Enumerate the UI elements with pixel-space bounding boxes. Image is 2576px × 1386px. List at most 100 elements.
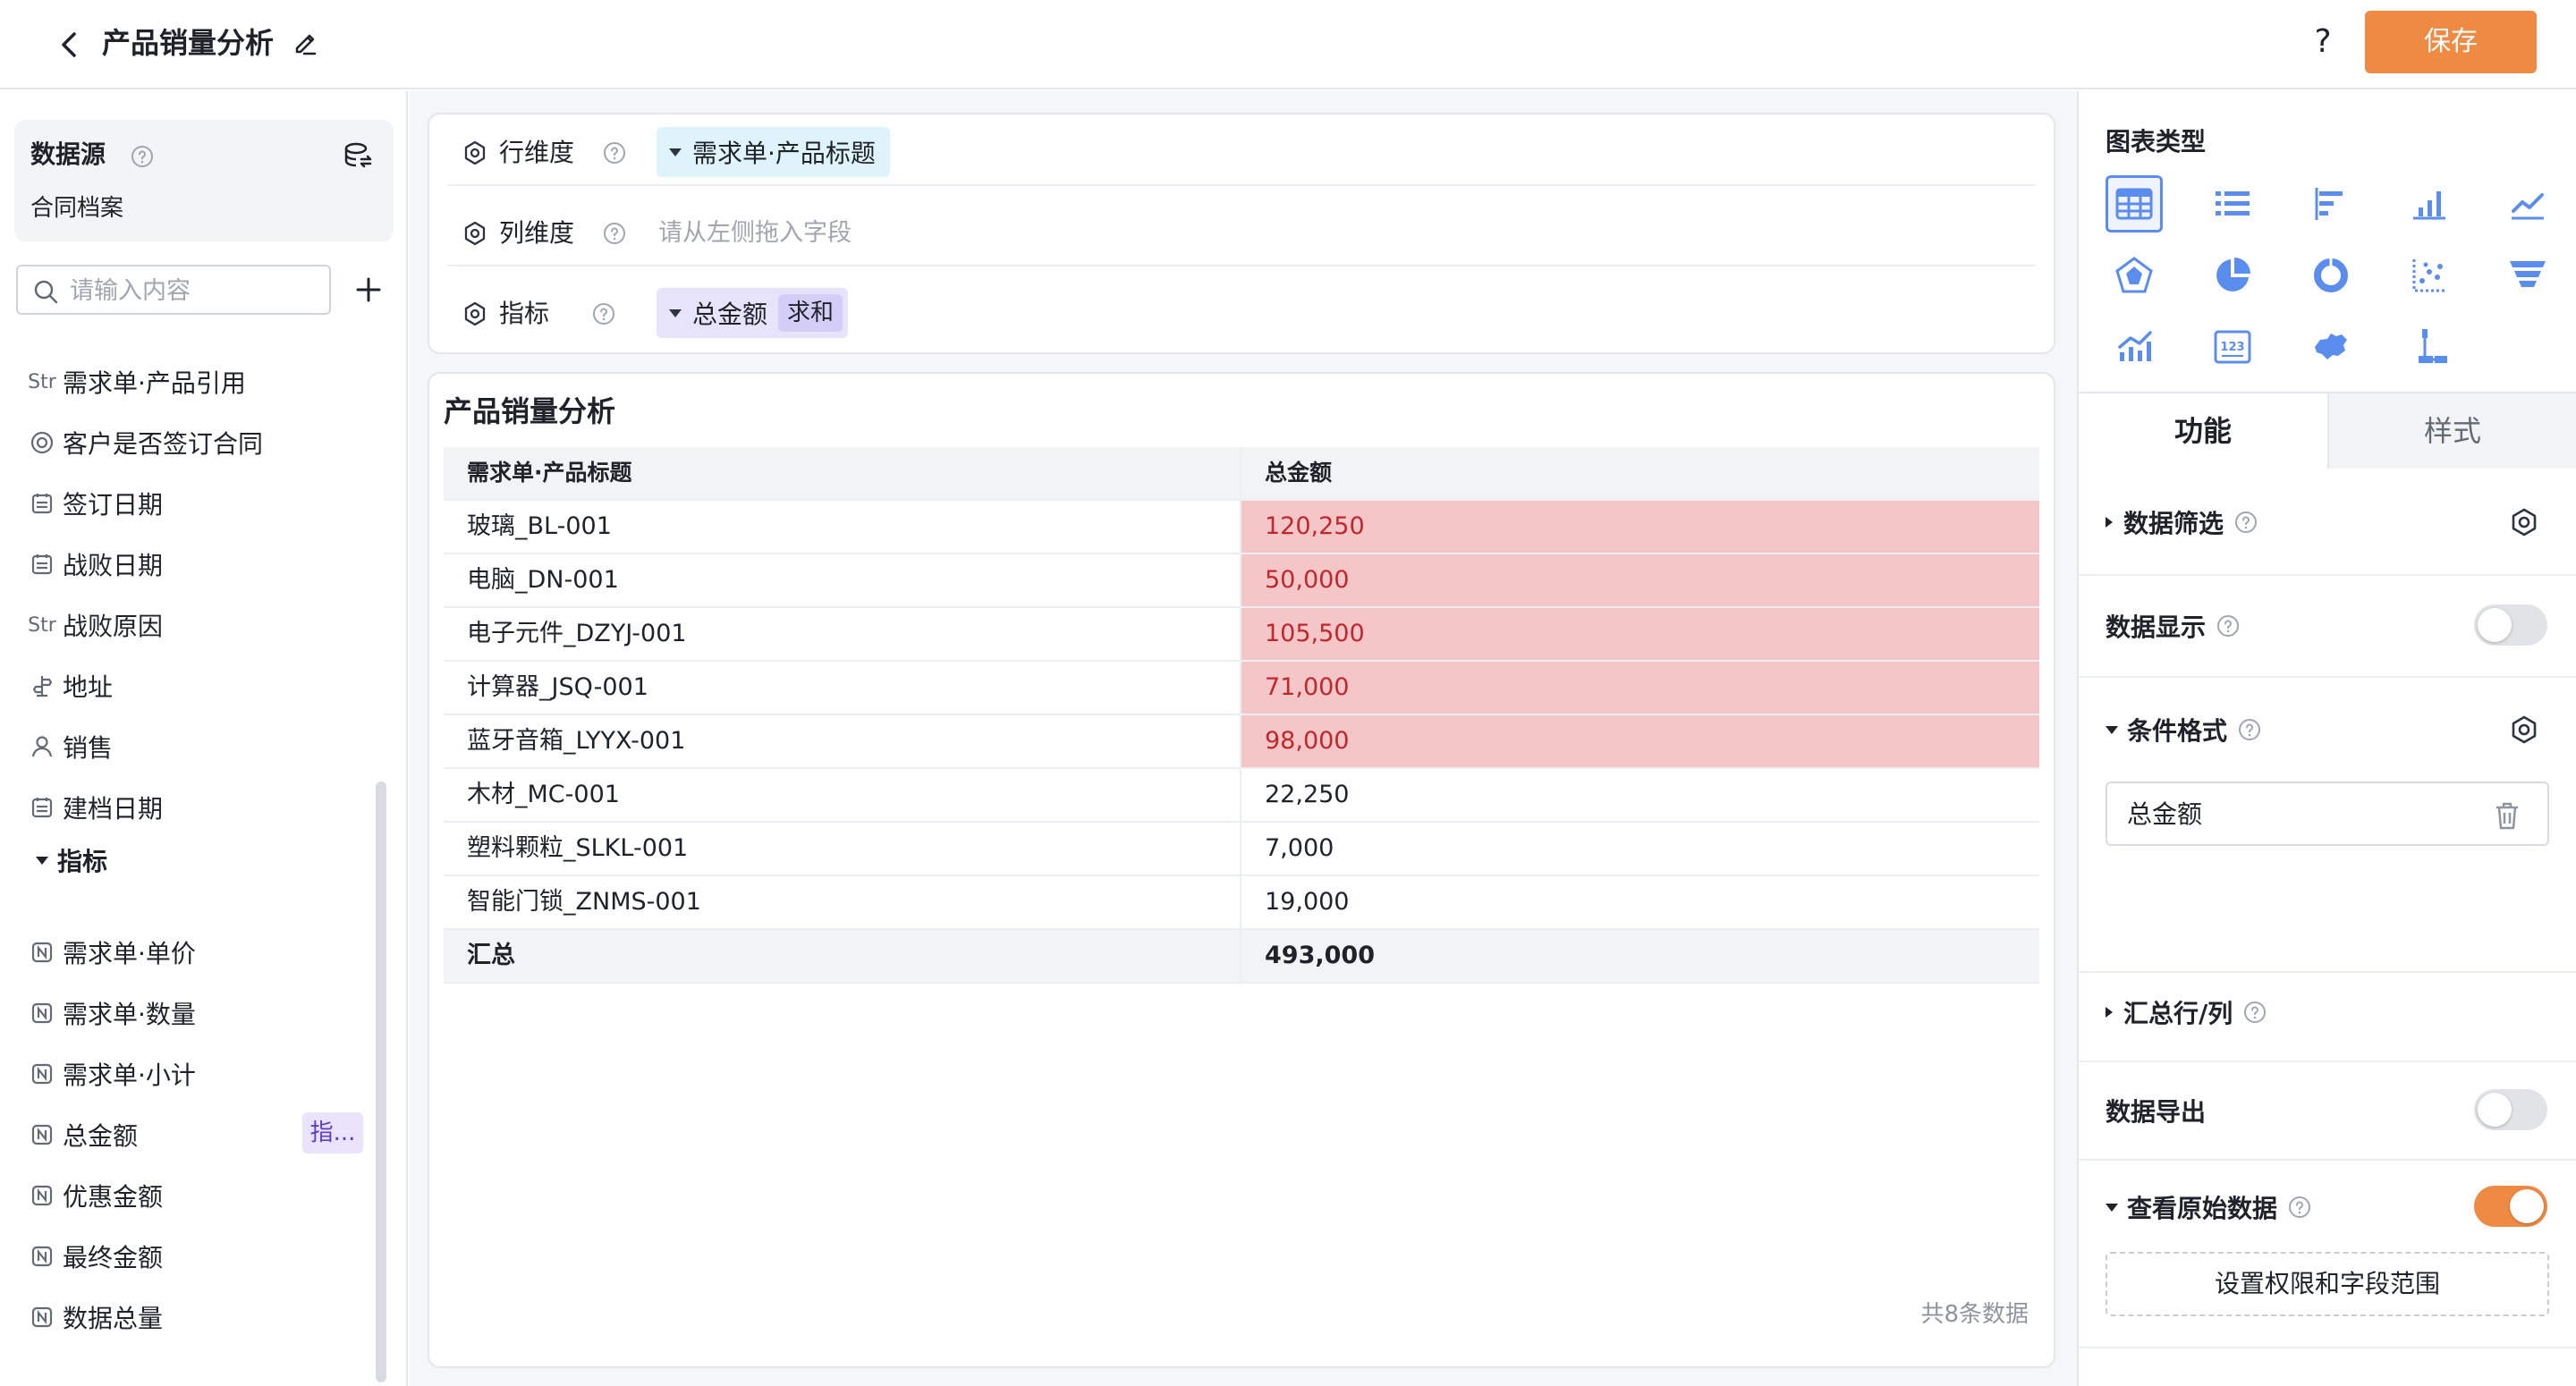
data-filter-header[interactable]: 数据筛选 — [2106, 504, 2258, 540]
help-circle-icon[interactable] — [2234, 511, 2258, 534]
value-cell: 71,000 — [1241, 662, 2039, 714]
field-item[interactable]: Str 战败原因 — [27, 603, 367, 647]
field-item[interactable]: 签订日期 — [27, 481, 367, 526]
save-button[interactable]: 保存 — [2365, 11, 2537, 73]
back-arrow-icon[interactable] — [52, 27, 88, 63]
field-item[interactable]: 客户是否签订合同 — [27, 420, 367, 465]
table-row: 蓝牙音箱_LYYX-001 98,000 — [444, 715, 2039, 769]
field-label: 客户是否签订合同 — [63, 429, 264, 459]
metric-item[interactable]: 需求单·数量 — [27, 991, 367, 1035]
datasource-name[interactable]: 合同档案 — [30, 193, 123, 224]
address-signpost-icon — [27, 671, 57, 701]
pie-icon — [2216, 258, 2250, 292]
row-name-cell: 塑料颗粒_SLKL-001 — [444, 823, 1241, 875]
data-display-toggle[interactable] — [2474, 604, 2547, 646]
table-row: 智能门锁_ZNMS-001 19,000 — [444, 876, 2039, 930]
metric-item[interactable]: 优惠金额 — [27, 1173, 367, 1218]
add-field-icon[interactable] — [351, 272, 386, 308]
field-item[interactable]: 销售 — [27, 724, 367, 769]
properties-panel: 图表类型 123 功能 样式 数据筛选 数据显示 条件格式 总金额 汇总行/列 … — [2077, 91, 2576, 1386]
chart-type-tree[interactable] — [2401, 318, 2458, 376]
help-circle-icon[interactable] — [2288, 1196, 2311, 1219]
settings-gear-icon[interactable] — [2508, 506, 2540, 538]
settings-gear-icon[interactable] — [462, 220, 488, 247]
row-name-cell: 木材_MC-001 — [444, 769, 1241, 821]
chart-type-pie[interactable] — [2204, 247, 2261, 304]
help-circle-icon[interactable] — [603, 222, 626, 245]
row-name-cell: 电脑_DN-001 — [444, 554, 1241, 606]
metric-item[interactable]: 需求单·单价 — [27, 930, 367, 975]
field-item[interactable]: 建档日期 — [27, 785, 367, 830]
number-field-icon — [27, 1120, 57, 1150]
database-switch-icon[interactable] — [342, 139, 374, 172]
field-item[interactable]: 战败日期 — [27, 542, 367, 587]
conditional-format-label: 条件格式 — [2127, 716, 2228, 746]
rule-field-label: 总金额 — [2127, 799, 2203, 829]
help-circle-icon[interactable] — [2216, 614, 2240, 638]
help-button[interactable]: ? — [2301, 20, 2345, 64]
table-row: 木材_MC-001 22,250 — [444, 769, 2039, 823]
number-field-icon — [27, 1241, 57, 1272]
field-list-scrollbar[interactable] — [376, 782, 386, 1382]
conditional-format-header[interactable]: 条件格式 — [2106, 712, 2261, 748]
chart-type-map[interactable] — [2302, 318, 2360, 376]
data-export-toggle[interactable] — [2474, 1089, 2547, 1130]
chart-type-radar[interactable] — [2106, 247, 2163, 304]
tab-function[interactable]: 功能 — [2079, 393, 2327, 469]
field-label: 签订日期 — [63, 490, 164, 520]
row-count-text: 共8条数据 — [1920, 1301, 2029, 1328]
chart-type-number-card[interactable]: 123 — [2204, 318, 2261, 376]
chart-type-funnel[interactable] — [2499, 247, 2556, 304]
metric-group-header[interactable]: 指标 — [36, 841, 107, 880]
edit-pencil-icon[interactable] — [292, 29, 320, 57]
chart-type-table[interactable] — [2106, 175, 2163, 232]
radar-icon — [2115, 257, 2153, 293]
data-filter-section: 数据筛选 — [2079, 470, 2576, 576]
summary-label: 汇总行/列 — [2123, 999, 2233, 1028]
raw-data-header[interactable]: 查看原始数据 — [2106, 1189, 2311, 1225]
chart-type-vertical-bar[interactable] — [2401, 175, 2458, 232]
column-header[interactable]: 总金额 — [1241, 447, 2039, 499]
summary-header[interactable]: 汇总行/列 — [2106, 994, 2267, 1030]
chart-type-donut[interactable] — [2302, 247, 2360, 304]
column-header[interactable]: 需求单·产品标题 — [444, 447, 1241, 499]
raw-data-toggle[interactable] — [2474, 1186, 2547, 1227]
number-field-icon — [27, 1059, 57, 1089]
metric-item[interactable]: 总金额 指... — [27, 1112, 367, 1157]
row-dimension: 行维度 需求单·产品标题 — [447, 120, 2036, 186]
trash-icon[interactable] — [2492, 799, 2522, 832]
help-circle-icon[interactable] — [603, 141, 626, 165]
help-circle-icon[interactable] — [2243, 1001, 2267, 1024]
table-total-row: 汇总 493,000 — [444, 930, 2039, 984]
set-permissions-button[interactable]: 设置权限和字段范围 — [2106, 1252, 2549, 1316]
conditional-format-rule[interactable]: 总金额 — [2106, 782, 2549, 846]
settings-gear-icon[interactable] — [462, 300, 488, 327]
metric-badge: 指... — [302, 1112, 363, 1154]
datasource-card: 数据源 合同档案 — [14, 120, 394, 241]
column-drop-placeholder[interactable]: 请从左侧拖入字段 — [658, 216, 852, 250]
table-icon — [2115, 188, 2153, 220]
help-circle-icon[interactable] — [592, 302, 615, 325]
settings-gear-icon[interactable] — [462, 139, 488, 166]
chart-type-combo[interactable] — [2106, 318, 2163, 376]
chart-type-line[interactable] — [2499, 175, 2556, 232]
number-field-icon — [27, 998, 57, 1028]
calendar-icon — [27, 549, 57, 579]
scatter-icon — [2412, 259, 2446, 292]
chart-type-list[interactable] — [2204, 175, 2261, 232]
metric-item[interactable]: 数据总量 — [27, 1295, 367, 1340]
chart-type-scatter[interactable] — [2401, 247, 2458, 304]
chart-type-horizontal-bar[interactable] — [2302, 175, 2360, 232]
settings-gear-icon[interactable] — [2508, 714, 2540, 746]
help-circle-icon[interactable] — [2238, 718, 2261, 741]
field-label: 需求单·单价 — [63, 939, 196, 968]
search-input[interactable] — [70, 274, 320, 308]
row-dimension-chip[interactable]: 需求单·产品标题 — [657, 127, 890, 177]
tab-style[interactable]: 样式 — [2327, 393, 2576, 469]
metric-chip[interactable]: 总金额 求和 — [657, 288, 849, 338]
field-item[interactable]: 地址 — [27, 663, 367, 708]
metric-item[interactable]: 需求单·小计 — [27, 1052, 367, 1096]
field-item[interactable]: Str 需求单·产品引用 — [27, 359, 367, 404]
metric-item[interactable]: 最终金额 — [27, 1234, 367, 1279]
help-circle-icon[interactable] — [131, 145, 154, 168]
